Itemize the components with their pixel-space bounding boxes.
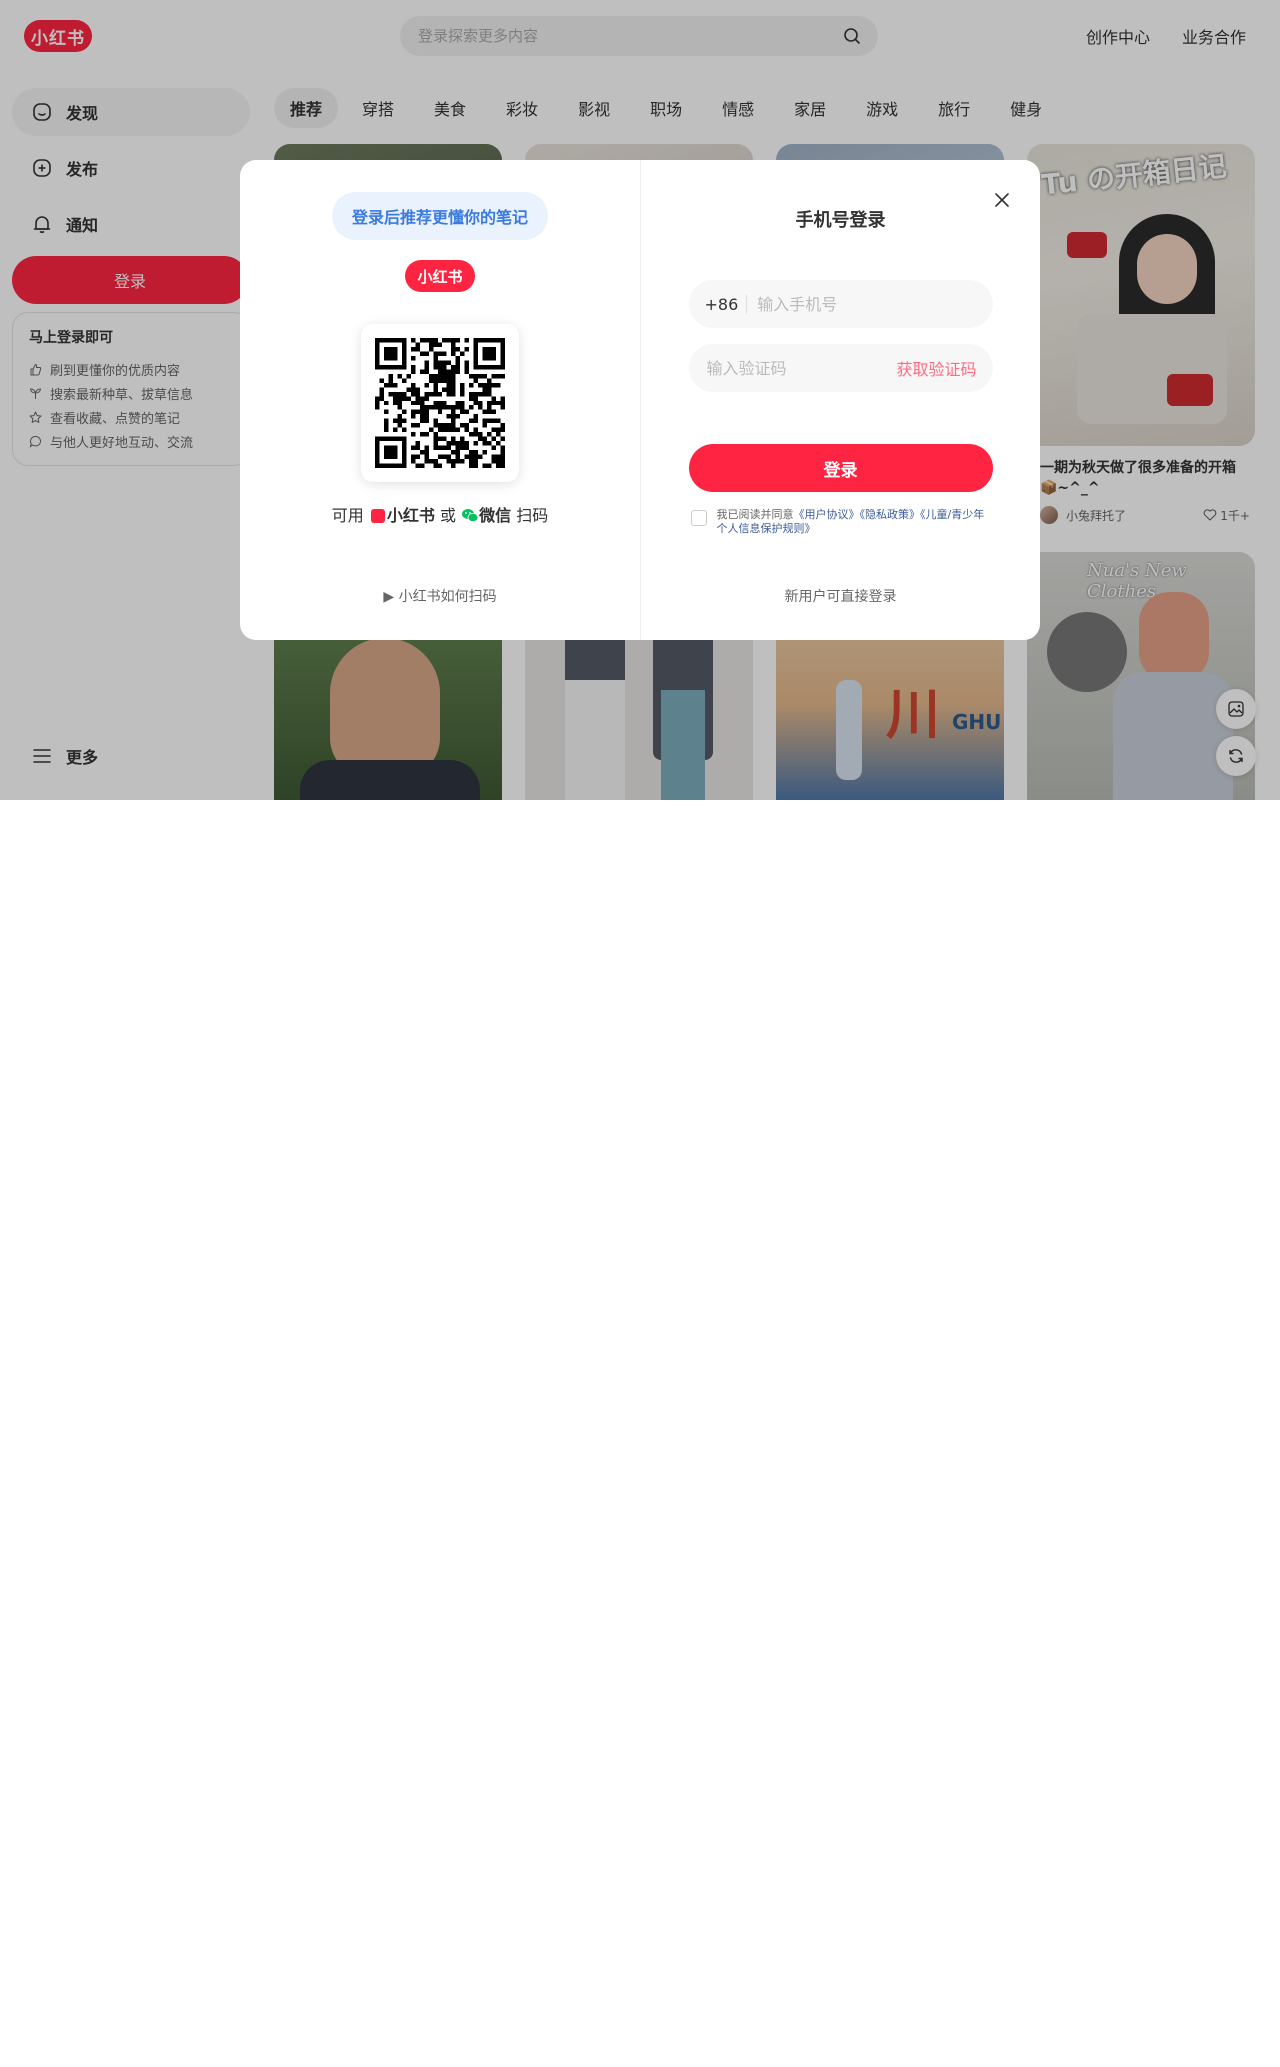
scan-prefix: 可用 <box>331 506 364 525</box>
phone-input[interactable] <box>755 293 977 315</box>
login-modal: 登录后推荐更懂你的笔记 小红书 可用 小红书 或 微信 扫码 ▶ 小红书如何扫码… <box>240 160 1040 640</box>
app-page: 小红书 创作中心 业务合作 发现 发布 通知 登录 马上登录即可 刷到更懂你的优… <box>0 0 1280 800</box>
verification-code-input[interactable] <box>704 357 897 379</box>
wechat-icon <box>462 509 479 523</box>
new-user-hint: 新用户可直接登录 <box>784 589 897 605</box>
scan-or: 或 <box>439 506 456 525</box>
how-to-scan-link[interactable]: ▶ 小红书如何扫码 <box>240 586 640 606</box>
user-agreement-link[interactable]: 《用户协议》 <box>794 508 860 521</box>
qr-code <box>361 324 519 482</box>
xiaohongshu-app-icon <box>370 509 385 523</box>
get-code-button[interactable]: 获取验证码 <box>896 356 976 380</box>
qr-code-image <box>375 338 505 468</box>
scan-suffix: 扫码 <box>516 506 549 525</box>
phone-field[interactable]: +86 <box>688 280 993 328</box>
phone-login-title: 手机号登录 <box>795 210 886 231</box>
agree-prefix: 我已阅读并同意 <box>716 508 794 521</box>
scan-instruction: 可用 小红书 或 微信 扫码 <box>240 502 640 526</box>
agreement: 我已阅读并同意《用户协议》《隐私政策》《儿童/青少年个人信息保护规则》 <box>690 508 991 536</box>
phone-login-panel: 手机号登录 +86 获取验证码 登录 我已阅读并同意《用户协议》《隐私政策》《儿… <box>641 160 1041 640</box>
scan-app-wechat: 微信 <box>479 506 512 525</box>
qr-login-panel: 登录后推荐更懂你的笔记 小红书 可用 小红书 或 微信 扫码 ▶ 小红书如何扫码 <box>240 160 641 640</box>
scan-app-xhs: 小红书 <box>386 506 435 525</box>
agreement-checkbox[interactable] <box>690 510 707 526</box>
login-tip-badge: 登录后推荐更懂你的笔记 <box>332 192 548 240</box>
login-submit-button[interactable]: 登录 <box>688 444 993 492</box>
code-field[interactable]: 获取验证码 <box>688 344 993 392</box>
privacy-policy-link[interactable]: 《隐私政策》 <box>860 508 921 521</box>
country-code[interactable]: +86 <box>705 294 748 314</box>
agreement-text: 我已阅读并同意《用户协议》《隐私政策》《儿童/青少年个人信息保护规则》 <box>717 508 991 536</box>
modal-logo: 小红书 <box>405 260 475 292</box>
